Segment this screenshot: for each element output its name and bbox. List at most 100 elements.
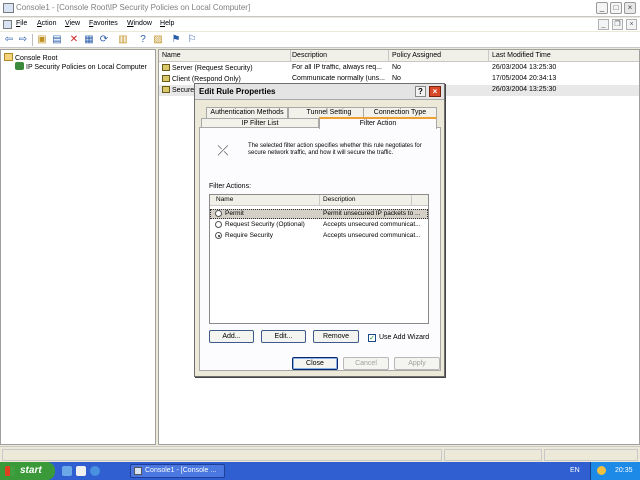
remove-button[interactable]: Remove	[313, 330, 359, 343]
row-description: Communicate normally (uns...	[292, 75, 385, 82]
console-app-icon	[3, 3, 14, 13]
tray-network-icon[interactable]	[597, 466, 606, 475]
filter-description: Accepts unsecured communicat...	[323, 221, 421, 228]
policy-icon	[15, 62, 24, 70]
apply-button[interactable]: Apply	[394, 357, 440, 370]
folder-icon	[4, 53, 13, 61]
console-app-icon	[134, 467, 142, 475]
taskbar: start Console1 - [Console ... EN 20:35	[0, 462, 640, 480]
column-separator[interactable]	[411, 195, 412, 206]
back-arrow-icon[interactable]: ⇦	[3, 34, 15, 46]
toolbar: ⇦ ⇨ ▣ ▤ ✕ ▦ ⟳ ▥ ? ▨ ⚑ ⚐	[0, 32, 640, 48]
forward-arrow-icon[interactable]: ⇨	[17, 34, 29, 46]
column-header-name[interactable]: Name	[162, 52, 181, 59]
column-separator[interactable]	[319, 195, 320, 206]
console-menu-icon[interactable]	[3, 20, 12, 29]
row-name: Client (Respond Only)	[162, 75, 290, 83]
radio-button[interactable]	[215, 210, 222, 217]
dialog-title: Edit Rule Properties	[199, 87, 276, 96]
close-dialog-button[interactable]: Close	[292, 357, 338, 370]
table-row[interactable]: Server (Request Security) For all IP tra…	[159, 63, 639, 74]
radio-button[interactable]	[215, 221, 222, 228]
policy-icon	[162, 86, 170, 93]
tree-node-console-root[interactable]: Console Root	[4, 53, 57, 62]
filter-actions-label: Filter Actions:	[209, 183, 252, 190]
row-modified: 17/05/2004 20:34:13	[492, 75, 557, 82]
language-indicator[interactable]: EN	[570, 462, 580, 480]
column-header-description[interactable]: Description	[323, 196, 356, 203]
system-tray: 20:35	[590, 462, 640, 480]
column-header-policy-assigned[interactable]: Policy Assigned	[392, 52, 441, 59]
filter-row-request-security[interactable]: Request Security (Optional) Accepts unse…	[210, 220, 428, 230]
tab-authentication-methods[interactable]: Authentication Methods	[206, 107, 288, 118]
column-separator[interactable]	[488, 50, 489, 62]
use-add-wizard-label: Use Add Wizard	[379, 334, 430, 341]
filter-action-description: The selected filter action specifies whe…	[248, 143, 422, 156]
export-list-icon[interactable]: ▥	[117, 34, 129, 46]
media-player-icon[interactable]	[76, 466, 86, 476]
filter-description: Accepts unsecured communicat...	[323, 232, 421, 239]
tree-node-ip-security-policies[interactable]: IP Security Policies on Local Computer	[15, 62, 147, 71]
taskbar-button-console1[interactable]: Console1 - [Console ...	[130, 464, 225, 478]
inner-minimize-button[interactable]: _	[598, 19, 609, 30]
status-cell	[2, 449, 442, 461]
column-separator[interactable]	[290, 50, 291, 62]
show-desktop-icon[interactable]	[62, 466, 72, 476]
minimize-button[interactable]: _	[596, 2, 608, 14]
list-header: Name Description Policy Assigned Last Mo…	[159, 50, 639, 62]
filter-name: Request Security (Optional)	[225, 221, 305, 228]
filter-row-require-security[interactable]: Require Security Accepts unsecured commu…	[210, 231, 428, 241]
console-tree: Console Root IP Security Policies on Loc…	[0, 49, 156, 445]
clock: 20:35	[615, 467, 633, 474]
status-cell	[544, 449, 638, 461]
help-icon[interactable]: ?	[137, 34, 149, 46]
delete-icon[interactable]: ✕	[68, 34, 80, 46]
help-button[interactable]: ?	[415, 86, 426, 97]
tab-filter-action[interactable]: Filter Action	[319, 117, 437, 129]
row-modified: 26/03/2004 13:25:30	[492, 86, 557, 93]
edit-button[interactable]: Edit...	[261, 330, 306, 343]
menu-view[interactable]: View	[65, 20, 80, 27]
cancel-button[interactable]: Cancel	[343, 357, 389, 370]
filter-name: Require Security	[225, 232, 274, 239]
radio-button-selected[interactable]	[215, 232, 222, 239]
add-button[interactable]: Add...	[209, 330, 254, 343]
menu-help[interactable]: Help	[160, 20, 174, 27]
row-name: Server (Request Security)	[162, 64, 290, 72]
inner-close-button[interactable]: ×	[626, 19, 637, 30]
refresh-icon[interactable]: ⟳	[98, 34, 110, 46]
use-add-wizard-checkbox[interactable]: ✓	[368, 334, 376, 342]
filter-list-header: Name Description	[210, 195, 428, 206]
filter-description: Permit unsecured IP packets to ...	[323, 210, 421, 217]
dialog-close-button[interactable]: ×	[429, 86, 441, 97]
menu-file[interactable]: File	[16, 20, 27, 27]
manage-filters-icon[interactable]: ▨	[152, 34, 164, 46]
show-tree-icon[interactable]: ▤	[51, 34, 63, 46]
menu-window[interactable]: Window	[127, 20, 152, 27]
menu-favorites[interactable]: Favorites	[89, 20, 118, 27]
policy-icon	[162, 75, 170, 82]
row-assigned: No	[392, 75, 401, 82]
assign-policy-icon[interactable]: ⚑	[170, 34, 182, 46]
column-separator[interactable]	[388, 50, 389, 62]
unassign-policy-icon[interactable]: ⚐	[186, 34, 198, 46]
filter-name: Permit	[225, 210, 244, 217]
properties-icon[interactable]: ▦	[83, 34, 95, 46]
status-bar	[0, 446, 640, 462]
toolbar-separator	[32, 34, 33, 46]
up-folder-icon[interactable]: ▣	[36, 34, 48, 46]
column-header-name[interactable]: Name	[216, 196, 233, 203]
internet-explorer-icon[interactable]	[90, 466, 100, 476]
start-button[interactable]: start	[0, 462, 55, 480]
inner-restore-button[interactable]: ❐	[612, 19, 623, 30]
filter-row-permit[interactable]: Permit Permit unsecured IP packets to ..…	[210, 209, 428, 219]
column-header-description[interactable]: Description	[292, 52, 327, 59]
column-header-last-modified[interactable]: Last Modified Time	[492, 52, 551, 59]
menu-bar: File Action View Favorites Window Help	[0, 18, 640, 31]
menu-action[interactable]: Action	[37, 20, 56, 27]
row-modified: 26/03/2004 13:25:30	[492, 64, 557, 71]
close-button[interactable]: ×	[624, 2, 636, 14]
row-assigned: No	[392, 64, 401, 71]
status-cell	[444, 449, 542, 461]
maximize-button[interactable]: □	[610, 2, 622, 14]
